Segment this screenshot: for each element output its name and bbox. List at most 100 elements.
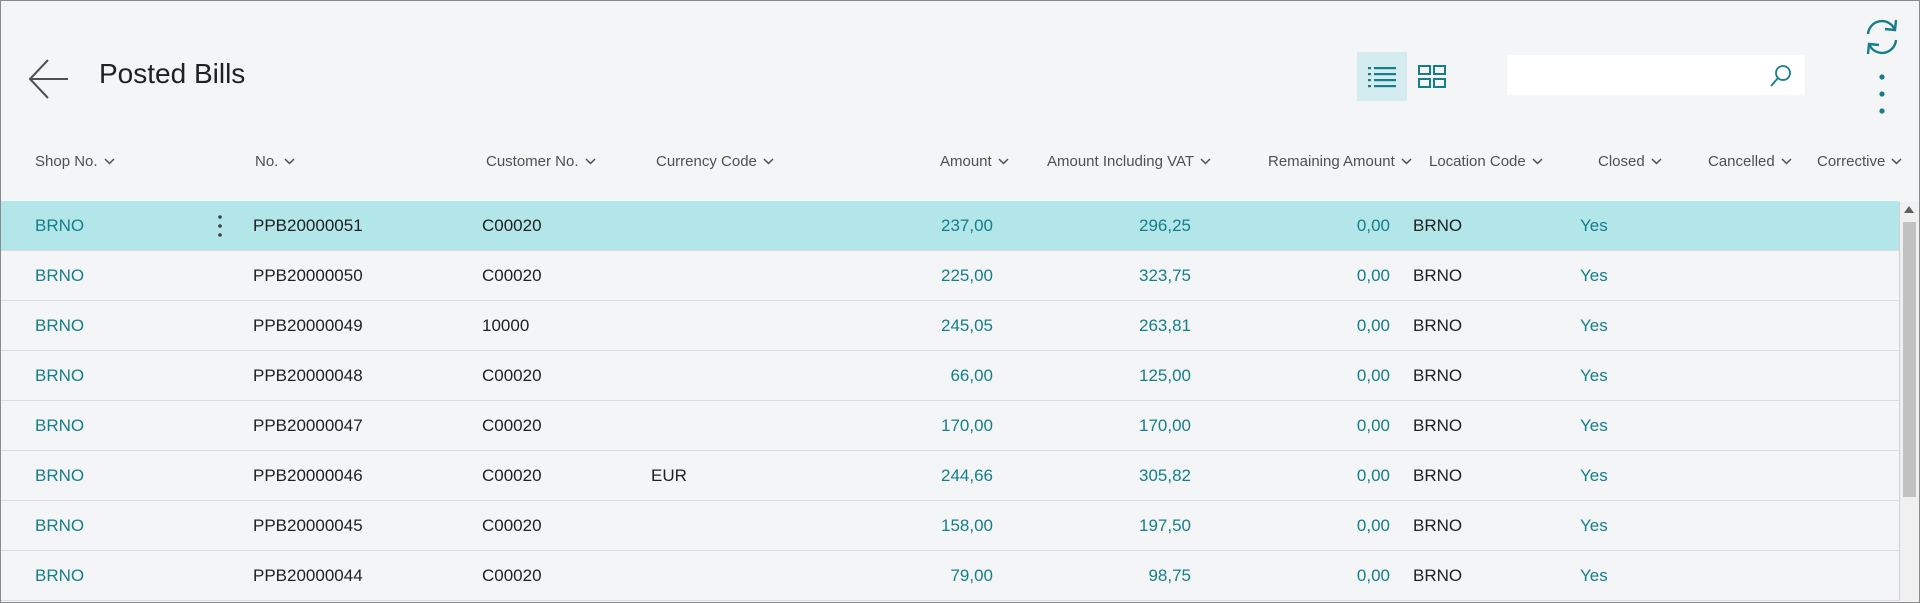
amount-cell[interactable]: 237,00: [881, 201, 993, 250]
table-row[interactable]: BRNO PPB20000044 C00020 79,00 98,75 0,00…: [1, 551, 1899, 601]
page-title: Posted Bills: [99, 58, 246, 89]
table-row[interactable]: BRNO PPB20000046 C00020 EUR 244,66 305,8…: [1, 451, 1899, 501]
list-view-button[interactable]: [1357, 52, 1407, 101]
remaining-amount-cell[interactable]: 0,00: [1271, 301, 1390, 350]
table-row[interactable]: BRNO PPB20000051 C00020 237,00 296,25 0,…: [1, 201, 1899, 251]
location-code-cell: BRNO: [1413, 266, 1463, 285]
amount-including-vat-cell[interactable]: 263,81: [1071, 301, 1191, 350]
shop-no-cell[interactable]: BRNO: [35, 351, 84, 400]
column-header-label: Amount Including VAT: [1047, 153, 1195, 170]
more-vertical-icon: [1879, 74, 1885, 114]
amount-including-vat-cell[interactable]: 305,82: [1071, 451, 1191, 500]
list-view-icon: [1368, 66, 1396, 87]
table-row[interactable]: BRNO PPB20000050 C00020 225,00 323,75 0,…: [1, 251, 1899, 301]
remaining-amount-cell[interactable]: 0,00: [1271, 451, 1390, 500]
amount-including-vat-cell[interactable]: 125,00: [1071, 351, 1191, 400]
search-input[interactable]: [1507, 55, 1767, 95]
closed-cell: Yes: [1580, 466, 1608, 485]
more-options-button[interactable]: [1870, 72, 1894, 116]
column-header-cancelled[interactable]: Cancelled: [1708, 153, 1792, 170]
search-icon: [1770, 65, 1791, 87]
no-cell[interactable]: PPB20000047: [253, 401, 363, 450]
amount-including-vat-cell[interactable]: 197,50: [1071, 501, 1191, 550]
amount-including-vat-cell[interactable]: 296,25: [1071, 201, 1191, 250]
shop-no-cell[interactable]: BRNO: [35, 551, 84, 600]
table-row[interactable]: BRNO PPB20000045 C00020 158,00 197,50 0,…: [1, 501, 1899, 551]
closed-cell: Yes: [1580, 566, 1608, 585]
scroll-up-arrow-icon[interactable]: [1904, 206, 1914, 213]
chevron-down-icon: [1200, 158, 1211, 165]
remaining-amount-cell[interactable]: 0,00: [1271, 251, 1390, 300]
customer-no-cell: C00020: [482, 516, 542, 535]
shop-no-cell[interactable]: BRNO: [35, 451, 84, 500]
row-menu-button[interactable]: [213, 213, 227, 239]
table-row[interactable]: BRNO PPB20000047 C00020 170,00 170,00 0,…: [1, 401, 1899, 451]
customer-no-cell: 10000: [482, 316, 530, 335]
customer-no-cell: C00020: [482, 266, 542, 285]
shop-no-cell[interactable]: BRNO: [35, 501, 84, 550]
column-header-label: Shop No.: [35, 153, 98, 170]
remaining-amount-cell[interactable]: 0,00: [1271, 401, 1390, 450]
column-header-corrective[interactable]: Corrective: [1817, 153, 1902, 170]
column-header-closed[interactable]: Closed: [1598, 153, 1662, 170]
chevron-down-icon: [1401, 158, 1412, 165]
shop-no-cell[interactable]: BRNO: [35, 201, 84, 250]
remaining-amount-cell[interactable]: 0,00: [1271, 501, 1390, 550]
chevron-down-icon: [1891, 158, 1902, 165]
vertical-scrollbar[interactable]: [1899, 202, 1919, 601]
column-header-no[interactable]: No.: [255, 153, 295, 170]
chevron-down-icon: [1532, 158, 1543, 165]
currency-code-cell: EUR: [651, 466, 687, 485]
amount-including-vat-cell[interactable]: 170,00: [1071, 401, 1191, 450]
amount-cell[interactable]: 244,66: [881, 451, 993, 500]
closed-cell: Yes: [1580, 266, 1608, 285]
shop-no-cell[interactable]: BRNO: [35, 401, 84, 450]
table-row[interactable]: BRNO PPB20000048 C00020 66,00 125,00 0,0…: [1, 351, 1899, 401]
tile-view-button[interactable]: [1407, 52, 1457, 101]
back-button[interactable]: [26, 56, 72, 102]
amount-cell[interactable]: 79,00: [881, 551, 993, 600]
more-vertical-icon: [218, 215, 222, 237]
amount-cell[interactable]: 158,00: [881, 501, 993, 550]
column-header-amount-including-vat[interactable]: Amount Including VAT: [1047, 153, 1211, 170]
column-header-label: Corrective: [1817, 153, 1886, 170]
column-header-label: Customer No.: [486, 153, 579, 170]
no-cell[interactable]: PPB20000044: [253, 551, 363, 600]
search-button[interactable]: [1769, 64, 1793, 88]
location-code-cell: BRNO: [1413, 416, 1463, 435]
amount-cell[interactable]: 225,00: [881, 251, 993, 300]
column-header-remaining-amount[interactable]: Remaining Amount: [1268, 153, 1412, 170]
amount-cell[interactable]: 245,05: [881, 301, 993, 350]
remaining-amount-cell[interactable]: 0,00: [1271, 351, 1390, 400]
no-cell[interactable]: PPB20000046: [253, 451, 363, 500]
bills-table: BRNO PPB20000051 C00020 237,00 296,25 0,…: [1, 201, 1899, 601]
amount-cell[interactable]: 66,00: [881, 351, 993, 400]
amount-cell[interactable]: 170,00: [881, 401, 993, 450]
no-cell[interactable]: PPB20000045: [253, 501, 363, 550]
closed-cell: Yes: [1580, 366, 1608, 385]
refresh-button[interactable]: [1862, 16, 1902, 58]
amount-including-vat-cell[interactable]: 323,75: [1071, 251, 1191, 300]
location-code-cell: BRNO: [1413, 216, 1463, 235]
remaining-amount-cell[interactable]: 0,00: [1271, 201, 1390, 250]
remaining-amount-cell[interactable]: 0,00: [1271, 551, 1390, 600]
shop-no-cell[interactable]: BRNO: [35, 251, 84, 300]
chevron-down-icon: [763, 158, 774, 165]
table-row[interactable]: BRNO PPB20000049 10000 245,05 263,81 0,0…: [1, 301, 1899, 351]
chevron-down-icon: [1651, 158, 1662, 165]
no-cell[interactable]: PPB20000051: [253, 201, 363, 250]
customer-no-cell: C00020: [482, 216, 542, 235]
column-header-label: Amount: [940, 153, 992, 170]
shop-no-cell[interactable]: BRNO: [35, 301, 84, 350]
no-cell[interactable]: PPB20000050: [253, 251, 363, 300]
column-header-amount[interactable]: Amount: [940, 153, 1009, 170]
column-header-currency-code[interactable]: Currency Code: [656, 153, 774, 170]
column-header-shop-no[interactable]: Shop No.: [35, 153, 115, 170]
column-header-label: No.: [255, 153, 279, 170]
column-header-location-code[interactable]: Location Code: [1429, 153, 1543, 170]
no-cell[interactable]: PPB20000048: [253, 351, 363, 400]
amount-including-vat-cell[interactable]: 98,75: [1071, 551, 1191, 600]
scrollbar-thumb[interactable]: [1903, 222, 1916, 497]
no-cell[interactable]: PPB20000049: [253, 301, 363, 350]
column-header-customer-no[interactable]: Customer No.: [486, 153, 596, 170]
